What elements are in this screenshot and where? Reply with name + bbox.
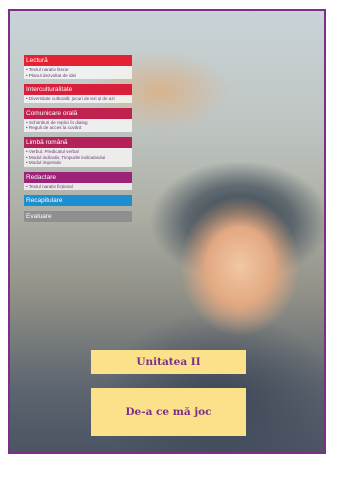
section-title: Lectură bbox=[24, 55, 132, 66]
section-item: • Planul dezvoltat de idei bbox=[26, 72, 77, 78]
section-item: • Diversitate culturală: jocuri de ieri … bbox=[26, 96, 115, 102]
chapter-contents-sidebar: Lectură • Textul narativ literar • Planu… bbox=[24, 55, 132, 227]
section-comunicare-orala: Comunicare orală • Schimburi de replici … bbox=[24, 107, 132, 132]
unit-title: De-a ce mă joc bbox=[91, 388, 246, 436]
section-title: Redactare bbox=[24, 171, 132, 183]
section-title: Evaluare bbox=[24, 211, 132, 223]
section-interculturalitate: Interculturalitate • Diversitate cultura… bbox=[24, 84, 132, 103]
section-title: Recapitulare bbox=[24, 195, 132, 207]
section-redactare: Redactare • Textul narativ ficțional bbox=[24, 171, 132, 191]
section-item: • Textul narativ ficțional bbox=[26, 183, 73, 189]
section-recapitulare: Recapitulare bbox=[24, 195, 132, 207]
section-evaluare: Evaluare bbox=[24, 211, 132, 223]
section-title: Limbă română bbox=[24, 136, 132, 148]
unit-number-label: Unitatea II bbox=[91, 350, 246, 374]
section-title: Interculturalitate bbox=[24, 84, 132, 96]
section-limba-romana: Limbă română • Verbul. Predicatul verbal… bbox=[24, 136, 132, 167]
section-item: • Reguli de acces la cuvânt bbox=[26, 125, 82, 131]
section-item: • Modul imperativ bbox=[26, 160, 62, 166]
section-lectura: Lectură • Textul narativ literar • Planu… bbox=[24, 55, 132, 80]
chapter-cover-page: Lectură • Textul narativ literar • Planu… bbox=[8, 9, 326, 454]
section-title: Comunicare orală bbox=[24, 107, 132, 119]
